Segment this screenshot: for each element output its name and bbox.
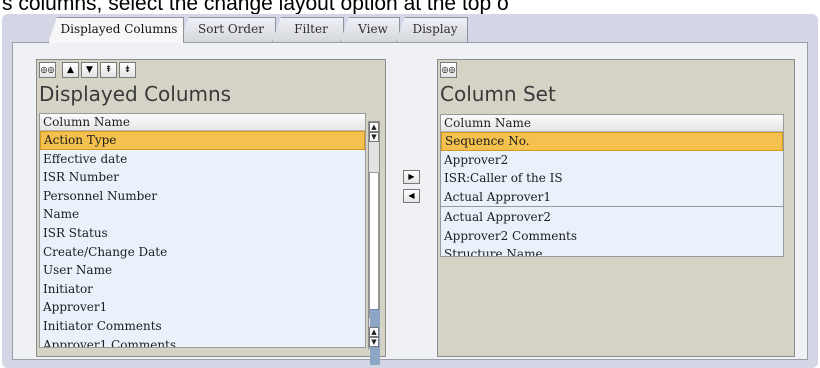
list-item[interactable]: Approver2 (441, 151, 783, 170)
list-item[interactable]: ISR Status (40, 224, 365, 243)
column-set-box: ◎◎ Column Set Column Name Sequence No. A… (437, 59, 795, 357)
tab-filter[interactable]: Filter (272, 17, 344, 42)
list-item[interactable]: Actual Approver2 (441, 208, 783, 227)
move-bottom-icon[interactable]: ⇟ (119, 62, 136, 78)
scroll-page-down-icon[interactable]: ▲ (369, 327, 379, 337)
list-item[interactable]: Approver1 (40, 298, 365, 317)
tab-sort-order[interactable]: Sort Order (180, 17, 276, 42)
list-item[interactable]: Initiator Comments (40, 317, 365, 336)
binoculars-icon[interactable]: ◎◎ (39, 62, 56, 78)
list-item[interactable]: ISR:Caller of the IS (441, 169, 783, 188)
scroll-page-up-icon[interactable]: ▼ (369, 132, 379, 142)
column-set-title: Column Set (440, 82, 556, 106)
tab-displayed-columns[interactable]: Displayed Columns (48, 17, 184, 43)
scrollbar-track[interactable] (369, 172, 380, 365)
tab-display[interactable]: Display (396, 17, 468, 42)
move-top-icon[interactable]: ⇞ (100, 62, 117, 78)
list-item[interactable]: Approver2 Comments (441, 227, 783, 246)
displayed-columns-title: Displayed Columns (39, 82, 232, 106)
list-item[interactable]: Actual Approver1 (441, 188, 783, 206)
displayed-columns-toolbar: ◎◎ ▲ ▼ ⇞ ⇟ (39, 62, 138, 79)
list-item[interactable]: Personnel Number (40, 187, 365, 206)
column-name-header[interactable]: Column Name (441, 115, 783, 132)
binoculars-icon[interactable]: ◎◎ (440, 62, 457, 78)
list-item[interactable]: Sequence No. (441, 132, 783, 151)
move-up-icon[interactable]: ▲ (62, 62, 79, 78)
list-item[interactable]: Structure Name (441, 245, 783, 256)
list-item[interactable]: Effective date (40, 150, 365, 169)
column-settings-window: Displayed Columns Sort Order Filter View… (2, 14, 818, 368)
column-name-header[interactable]: Column Name (40, 114, 365, 131)
displayed-columns-list[interactable]: Column Name Action Type Effective date I… (39, 113, 366, 348)
list-item[interactable]: Action Type (40, 131, 365, 150)
remove-column-button[interactable]: ◀ (403, 189, 420, 203)
list-item[interactable]: User Name (40, 261, 365, 280)
list-item[interactable]: Initiator (40, 280, 365, 299)
scroll-down-icon[interactable]: ▼ (369, 337, 379, 347)
list-item[interactable]: ISR Number (40, 168, 365, 187)
list-item[interactable]: Name (40, 205, 365, 224)
column-set-list-continued[interactable]: Actual Approver2 Approver2 Comments Stru… (440, 207, 784, 257)
caption-text: s columns, select the change layout opti… (2, 0, 509, 15)
vertical-scrollbar[interactable]: ▲ ▼ ▲ ▼ (368, 121, 380, 365)
tab-content-panel: ◎◎ ▲ ▼ ⇞ ⇟ Displayed Columns Column Name… (12, 42, 808, 365)
add-column-button[interactable]: ▶ (403, 170, 420, 184)
move-down-icon[interactable]: ▼ (81, 62, 98, 78)
scroll-up-icon[interactable]: ▲ (369, 122, 379, 132)
displayed-columns-box: ◎◎ ▲ ▼ ⇞ ⇟ Displayed Columns Column Name… (36, 59, 386, 365)
list-item[interactable]: Approver1 Comments (40, 336, 365, 347)
tab-view[interactable]: View (340, 17, 400, 42)
column-set-list[interactable]: Column Name Sequence No. Approver2 ISR:C… (440, 114, 784, 207)
list-item[interactable]: Create/Change Date (40, 243, 365, 262)
column-set-toolbar: ◎◎ (440, 62, 463, 79)
